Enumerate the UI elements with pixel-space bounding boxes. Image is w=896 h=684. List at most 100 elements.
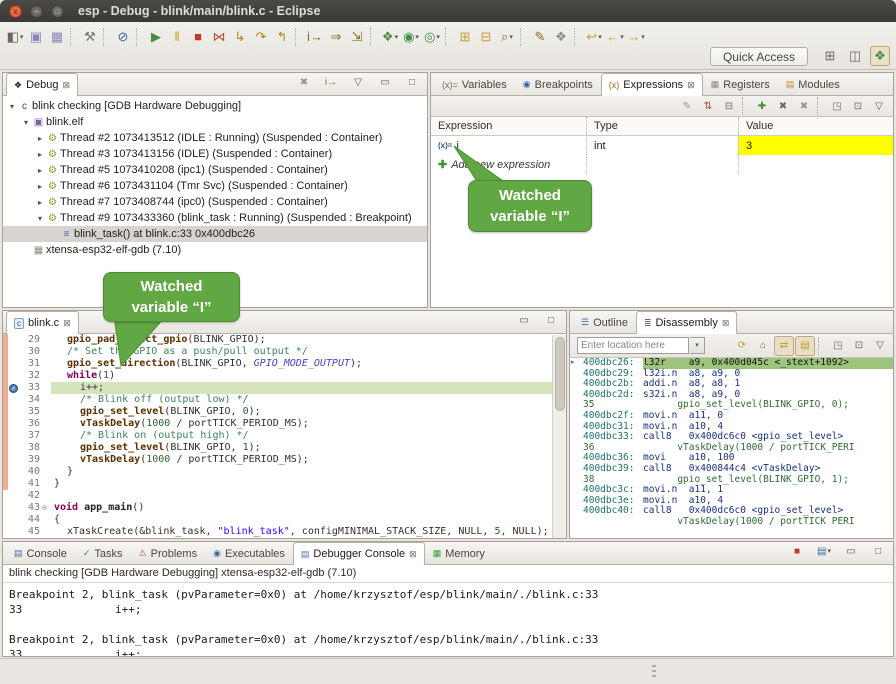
tab-variables[interactable]: (x)= Variables xyxy=(434,73,515,95)
code-editor[interactable]: 29gpio_pad_select_gpio(BLINK_GPIO);30/* … xyxy=(3,334,566,539)
debug-tree-thread-5[interactable]: ▸ ⚙ Thread #5 1073410208 (ipc1) (Suspend… xyxy=(3,162,427,178)
breakpoint-gutter[interactable] xyxy=(8,502,19,514)
remove-all-terminated-button[interactable]: ✖ xyxy=(294,72,314,92)
breakpoint-gutter[interactable] xyxy=(8,538,19,539)
code-text[interactable]: i++; xyxy=(51,382,566,394)
disconnect-button[interactable]: ⋈ xyxy=(209,27,229,47)
breakpoint-gutter[interactable] xyxy=(8,370,19,382)
expand-arrow-icon[interactable]: ▸ xyxy=(35,150,45,159)
display-selected-console-button[interactable]: ▤▾ xyxy=(814,541,834,561)
breakpoint-icon[interactable]: ✓ xyxy=(9,384,18,393)
dropdown-caret-icon[interactable]: ▾ xyxy=(620,33,624,41)
code-line-39[interactable]: 39vTaskDelay(1000 / portTICK_PERIOD_MS); xyxy=(3,454,566,466)
remove-all-expressions-button[interactable]: ✖ xyxy=(794,96,814,116)
line-number[interactable]: 43 xyxy=(19,502,42,514)
add-expression-button[interactable]: ✚ xyxy=(752,96,772,116)
maximize-button[interactable]: □ xyxy=(868,541,888,561)
tab-expressions[interactable]: (x) Expressions ⊠ xyxy=(601,73,703,96)
column-header-type[interactable]: Type xyxy=(586,117,738,135)
window-close-button[interactable]: x xyxy=(9,5,22,18)
line-number[interactable]: 29 xyxy=(19,334,42,346)
line-number[interactable]: 37 xyxy=(19,430,42,442)
line-number[interactable]: 30 xyxy=(19,346,42,358)
line-number[interactable]: 44 xyxy=(19,514,42,526)
expand-arrow-icon[interactable]: ▸ xyxy=(35,182,45,191)
breakpoint-gutter[interactable] xyxy=(8,490,19,502)
pin-view-button[interactable]: ⊡ xyxy=(849,336,869,356)
line-number[interactable]: 41 xyxy=(19,478,42,490)
code-line-30[interactable]: 30/* Set the GPIO as a push/pull output … xyxy=(3,346,566,358)
line-number[interactable]: 32 xyxy=(19,370,42,382)
close-tab-icon[interactable]: ⊠ xyxy=(63,80,71,91)
breakpoint-gutter[interactable] xyxy=(8,466,19,478)
expand-arrow-icon[interactable]: ▾ xyxy=(7,102,17,111)
sync-with-context-button[interactable]: ⇄ xyxy=(774,336,794,356)
resize-grip[interactable] xyxy=(652,665,656,679)
column-header-value[interactable]: Value xyxy=(738,117,893,135)
save-button[interactable]: ▣ xyxy=(26,27,46,47)
debug-tree-gdb[interactable]: ▦ xtensa-esp32-elf-gdb (7.10) xyxy=(3,242,427,258)
line-number[interactable]: 36 xyxy=(19,418,42,430)
debug-tree-launch[interactable]: ▾ c blink checking [GDB Hardware Debuggi… xyxy=(3,98,427,114)
code-text[interactable]: { xyxy=(51,514,566,526)
refresh-button[interactable]: ⟳ xyxy=(732,336,752,356)
code-line-29[interactable]: 29gpio_pad_select_gpio(BLINK_GPIO); xyxy=(3,334,566,346)
code-text[interactable]: vTaskDelay(1000 / portTICK_PERIOD_MS); xyxy=(51,418,566,430)
instruction-stepping-button[interactable]: i→ xyxy=(305,27,325,47)
pin-view-button[interactable]: ⊡ xyxy=(848,96,868,116)
tab-modules[interactable]: ▤ Modules xyxy=(778,73,848,95)
step-over-button[interactable]: ↷ xyxy=(251,27,271,47)
tab-tasks[interactable]: ✓ Tasks xyxy=(75,542,131,564)
breakpoint-gutter[interactable] xyxy=(8,418,19,430)
resume-at-line-button[interactable]: ⇲ xyxy=(347,27,367,47)
terminate-button[interactable]: ■ xyxy=(787,541,807,561)
breakpoint-gutter[interactable] xyxy=(8,526,19,538)
show-type-names-button[interactable]: ✎ xyxy=(677,96,697,116)
minimize-button[interactable]: ▭ xyxy=(514,310,534,330)
code-text[interactable]: vTaskDelay(1000 / portTICK_PERIOD_MS); xyxy=(51,454,566,466)
format-button[interactable]: ✎ xyxy=(530,27,550,47)
move-to-line-button[interactable]: ⇒ xyxy=(326,27,346,47)
cpp-perspective-button[interactable]: ◫ xyxy=(845,46,865,66)
code-text[interactable]: } xyxy=(51,538,566,539)
breakpoint-gutter[interactable] xyxy=(8,442,19,454)
code-line-34[interactable]: 34/* Blink off (output low) */ xyxy=(3,394,566,406)
maximize-button[interactable]: □ xyxy=(541,310,561,330)
build-button[interactable]: ⚒ xyxy=(80,27,100,47)
code-line-44[interactable]: 44 { xyxy=(3,514,566,526)
debug-tree-thread-7[interactable]: ▸ ⚙ Thread #7 1073408744 (ipc0) (Suspend… xyxy=(3,194,427,210)
window-maximize-button[interactable]: □ xyxy=(51,5,64,18)
location-combo-dropdown[interactable]: ▾ xyxy=(690,337,705,354)
disassembly-source-line[interactable]: vTaskDelay(1000 / portTICK PERI xyxy=(570,517,893,528)
code-line-40[interactable]: 40} xyxy=(3,466,566,478)
breakpoint-gutter[interactable] xyxy=(8,346,19,358)
debug-button[interactable]: ❖▾ xyxy=(380,27,400,47)
view-menu-icon[interactable]: ▽ xyxy=(869,96,889,116)
breakpoint-gutter[interactable] xyxy=(8,406,19,418)
forward-button[interactable]: →▾ xyxy=(626,27,646,47)
code-text[interactable]: } xyxy=(51,478,566,490)
code-line-36[interactable]: 36 vTaskDelay(1000 / portTICK_PERIOD_MS); xyxy=(3,418,566,430)
editor-scrollbar-thumb[interactable] xyxy=(555,337,565,411)
dropdown-caret-icon[interactable]: ▾ xyxy=(509,33,513,41)
code-line-38[interactable]: 38gpio_set_level(BLINK_GPIO, 1); xyxy=(3,442,566,454)
debug-tree-thread-6[interactable]: ▸ ⚙ Thread #6 1073431104 (Tmr Svc) (Susp… xyxy=(3,178,427,194)
tab-problems[interactable]: ⚠ Problems xyxy=(131,542,206,564)
line-number[interactable]: 38 xyxy=(19,442,42,454)
disassembly-line[interactable]: 400dbc2f:movi.n a11, 0 xyxy=(570,411,893,422)
disassembly-listing[interactable]: ➤400dbc26:l32r a9, 0x400d045c <_stext+10… xyxy=(570,358,893,538)
breakpoint-gutter[interactable] xyxy=(8,430,19,442)
code-line-46[interactable]: 46} xyxy=(3,538,566,539)
code-line-37[interactable]: 37/* Blink on (output high) */ xyxy=(3,430,566,442)
breakpoint-gutter[interactable]: ✓ xyxy=(8,382,19,394)
debug-tree-stack-frame[interactable]: ≡ blink_task() at blink.c:33 0x400dbc26 xyxy=(3,226,427,242)
save-all-button[interactable]: ▦ xyxy=(47,27,67,47)
step-into-button[interactable]: ↳ xyxy=(230,27,250,47)
fold-collapse-icon[interactable]: ⊖ xyxy=(42,502,51,514)
code-line-42[interactable]: 42 xyxy=(3,490,566,502)
expand-arrow-icon[interactable]: ▸ xyxy=(35,198,45,207)
dropdown-caret-icon[interactable]: ▾ xyxy=(20,33,24,41)
new-wizard-button[interactable]: ◧▾ xyxy=(5,27,25,47)
window-minimize-button[interactable]: – xyxy=(30,5,43,18)
code-line-32[interactable]: 32while(1) xyxy=(3,370,566,382)
